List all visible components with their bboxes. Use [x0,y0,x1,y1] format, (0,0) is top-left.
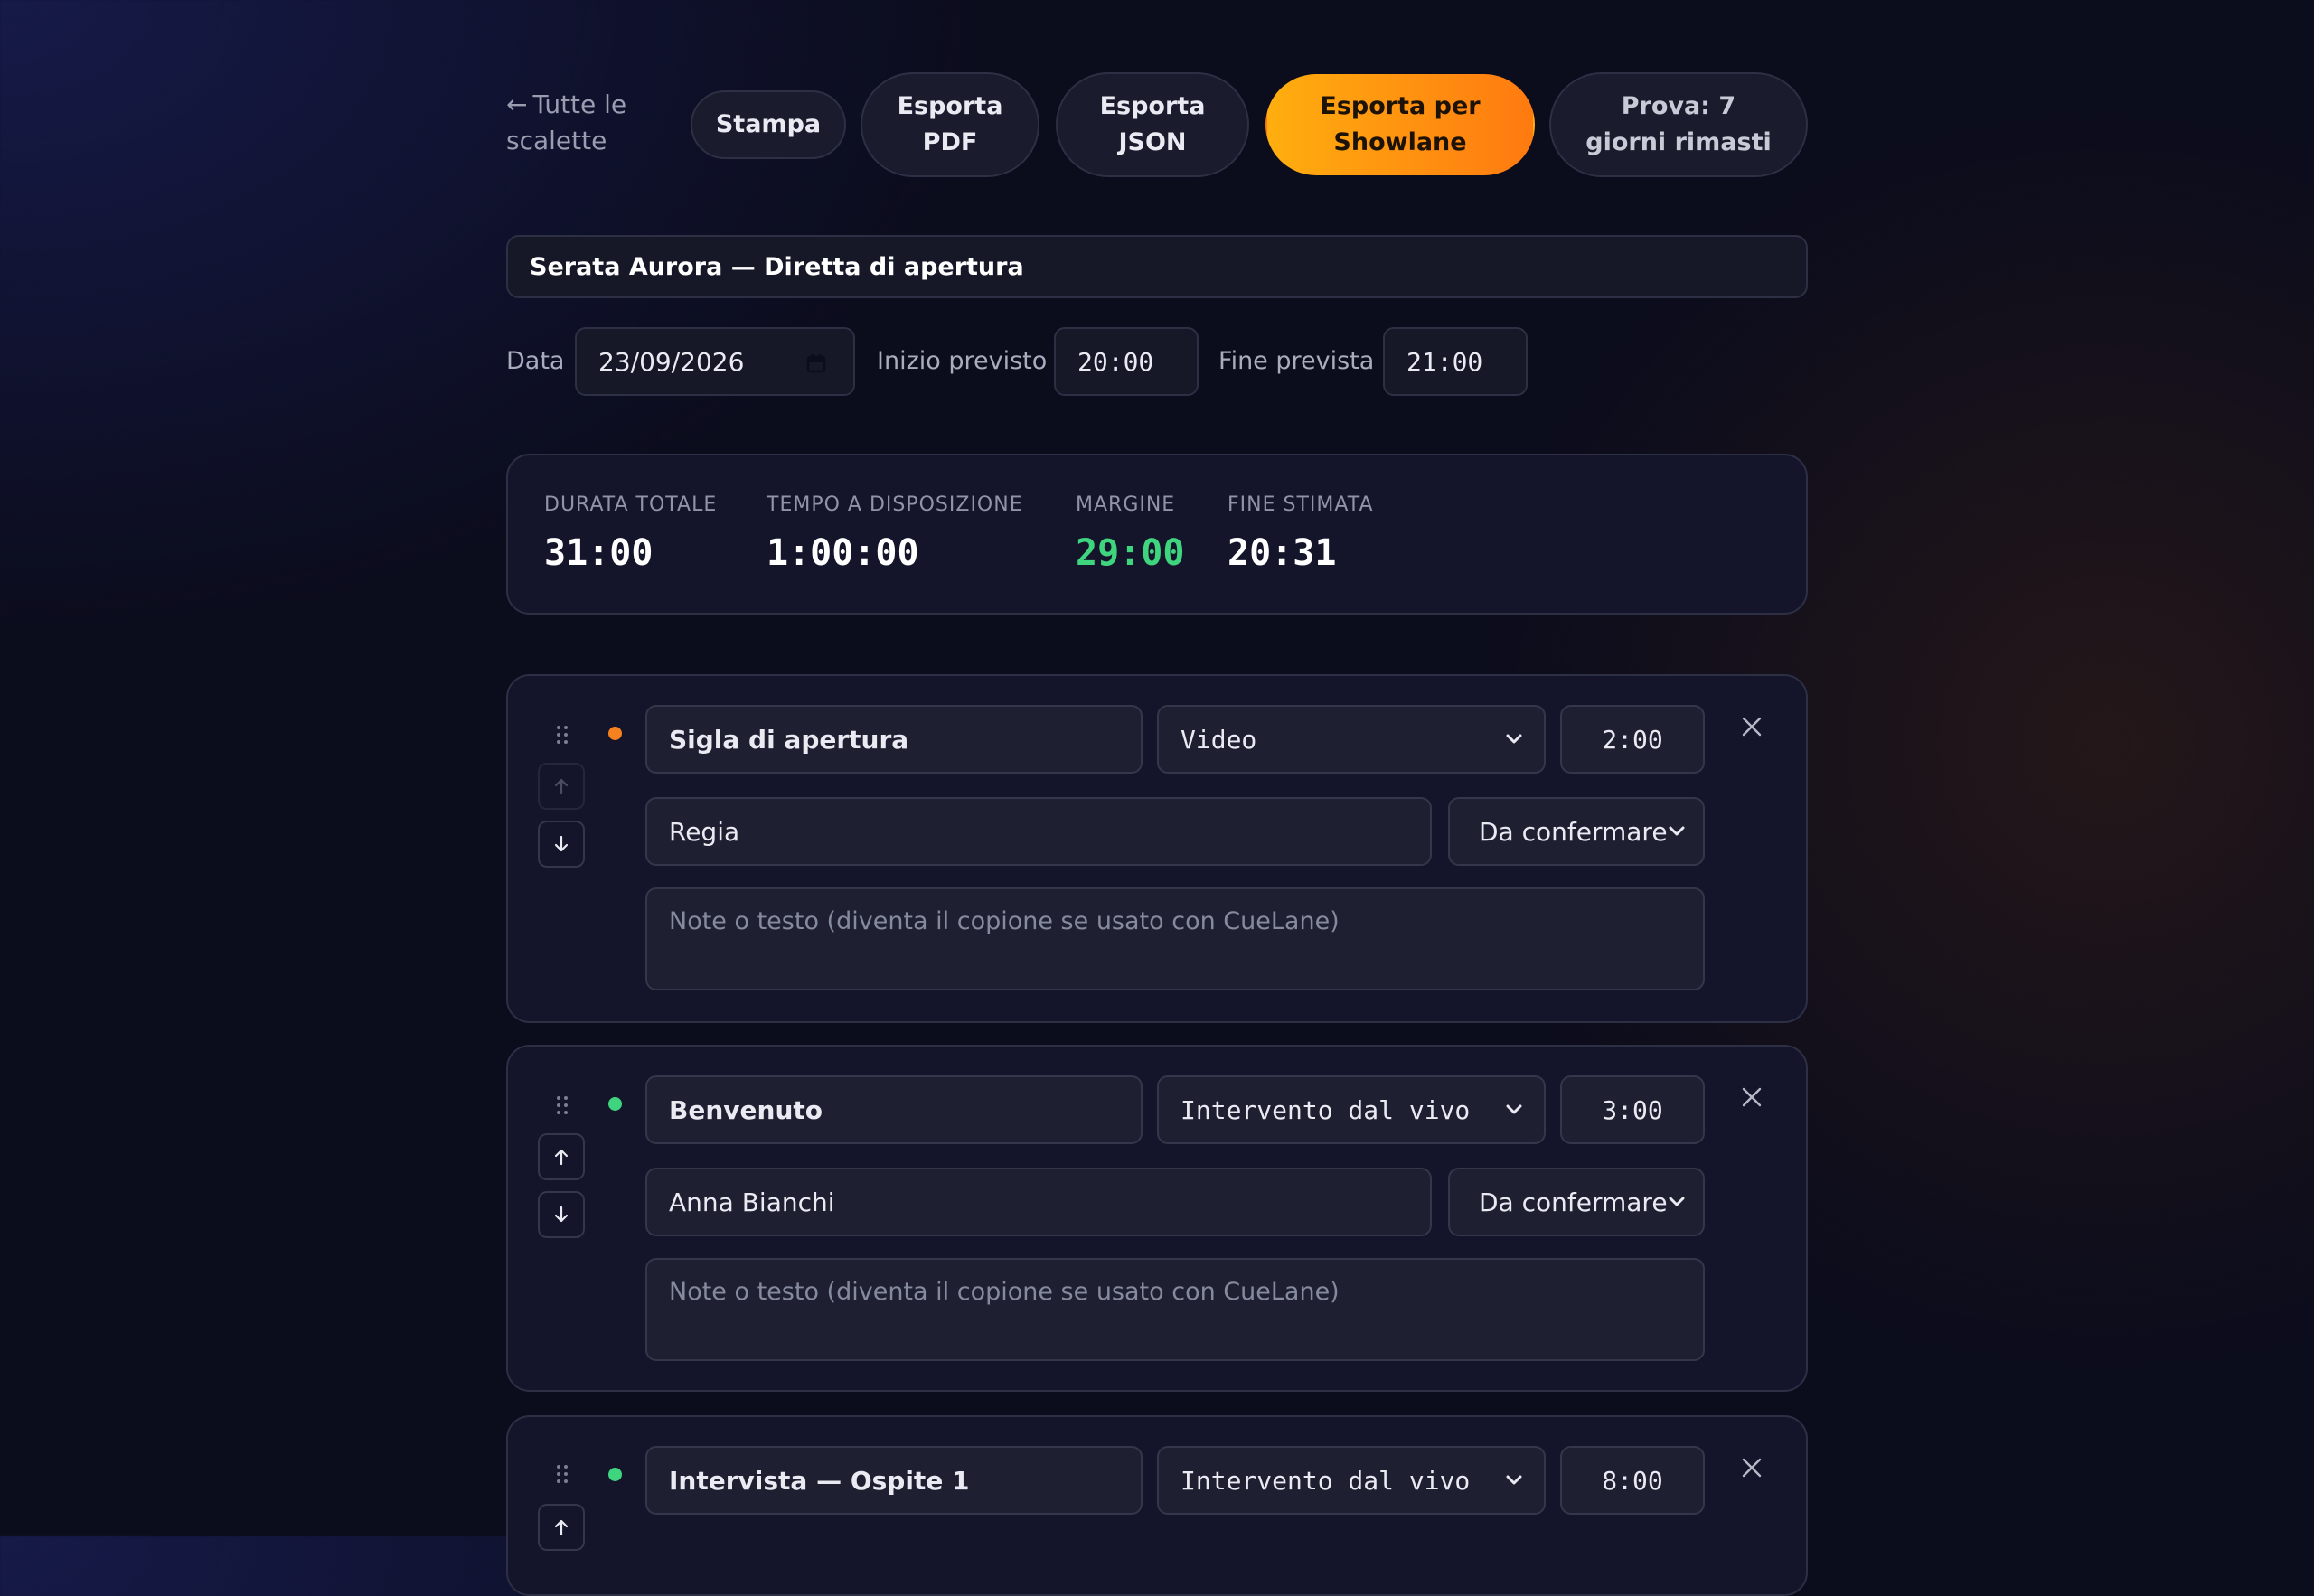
chevron-down-icon [1506,734,1522,744]
total-duration-label: DURATA TOTALE [544,493,718,516]
segment-owner-input[interactable]: Anna Bianchi [645,1168,1432,1236]
export-pdf-button-label: Esporta PDF [897,92,1003,156]
trial-badge[interactable]: Prova: 7 giorni rimasti [1549,72,1808,177]
export-showlane-button-label: Esporta per Showlane [1320,92,1481,156]
total-duration-value: 31:00 [544,532,654,574]
close-icon [1742,1458,1762,1478]
segment-status-select[interactable]: Da confermare [1448,1168,1705,1236]
export-json-button-label: Esporta JSON [1099,92,1206,156]
print-button-label: Stampa [715,110,822,138]
drag-handle-icon[interactable] [555,725,569,745]
chevron-down-icon [1506,1104,1522,1114]
segment-status-select[interactable]: Da confermare [1448,797,1705,866]
print-button[interactable]: Stampa [691,90,846,159]
start-time-input[interactable]: 20:00 [1054,327,1199,396]
segment-status-value: Da confermare [1479,1187,1668,1217]
segment-type-value: Intervento dal vivo [1181,1465,1471,1496]
close-icon [1742,1087,1762,1107]
segment-type-value: Intervento dal vivo [1181,1094,1471,1125]
segment-type-value: Video [1181,724,1257,755]
segment-type-select[interactable]: Intervento dal vivo [1157,1075,1546,1144]
arrow-up-icon [554,1519,569,1536]
drag-handle-icon[interactable] [555,1095,569,1115]
end-time-input[interactable]: 21:00 [1383,327,1528,396]
show-title-input[interactable]: Serata Aurora — Diretta di apertura [506,235,1808,298]
segment-title-input[interactable]: Benvenuto [645,1075,1143,1144]
chevron-down-icon [1669,826,1685,836]
arrow-down-icon [554,1206,569,1223]
date-label: Data [506,347,565,375]
estimated-end-value: 20:31 [1228,532,1337,574]
segment-notes-textarea[interactable]: Note o testo (diventa il copione se usat… [645,887,1705,990]
chevron-down-icon [1669,1197,1685,1206]
arrow-left-icon: ← [506,89,528,119]
segment-duration-input[interactable]: 2:00 [1560,705,1705,774]
segment-duration-input[interactable]: 8:00 [1560,1446,1705,1515]
end-time-label: Fine prevista [1218,347,1375,375]
available-time-value: 1:00:00 [767,532,919,574]
export-json-button[interactable]: Esporta JSON [1056,72,1249,177]
segment-notes-textarea[interactable]: Note o testo (diventa il copione se usat… [645,1258,1705,1361]
arrow-down-icon [554,835,569,852]
segment-title-input[interactable]: Sigla di apertura [645,705,1143,774]
status-dot [608,727,622,740]
chevron-down-icon [1506,1475,1522,1485]
trial-badge-label: Prova: 7 giorni rimasti [1585,92,1772,156]
segment-duration-input[interactable]: 3:00 [1560,1075,1705,1144]
remove-segment-button[interactable] [1734,709,1770,745]
back-link[interactable]: ← Tutte le scalette [506,87,642,159]
margin-label: MARGINE [1076,493,1176,516]
remove-segment-button[interactable] [1734,1079,1770,1115]
date-value: 23/09/2026 [598,346,745,377]
date-input[interactable]: 23/09/2026 [575,327,855,396]
move-up-button[interactable] [538,1133,585,1180]
arrow-up-icon [554,1149,569,1166]
move-up-button[interactable] [538,1504,585,1551]
remove-segment-button[interactable] [1734,1450,1770,1486]
close-icon [1742,717,1762,737]
drag-handle-icon[interactable] [555,1464,569,1484]
start-time-label: Inizio previsto [877,347,1048,375]
estimated-end-label: FINE STIMATA [1228,493,1374,516]
segment-type-select[interactable]: Intervento dal vivo [1157,1446,1546,1515]
segment-type-select[interactable]: Video [1157,705,1546,774]
calendar-icon[interactable] [806,353,826,373]
move-up-button[interactable] [538,763,585,810]
available-time-label: TEMPO A DISPOSIZIONE [767,493,1023,516]
export-pdf-button[interactable]: Esporta PDF [861,72,1039,177]
move-down-button[interactable] [538,821,585,868]
segment-status-value: Da confermare [1479,816,1668,847]
arrow-up-icon [554,778,569,795]
move-down-button[interactable] [538,1191,585,1238]
status-dot [608,1097,622,1111]
segment-owner-input[interactable]: Regia [645,797,1432,866]
status-dot [608,1468,622,1481]
margin-value: 29:00 [1076,532,1185,574]
export-showlane-button[interactable]: Esporta per Showlane [1265,74,1535,175]
segment-title-input[interactable]: Intervista — Ospite 1 [645,1446,1143,1515]
